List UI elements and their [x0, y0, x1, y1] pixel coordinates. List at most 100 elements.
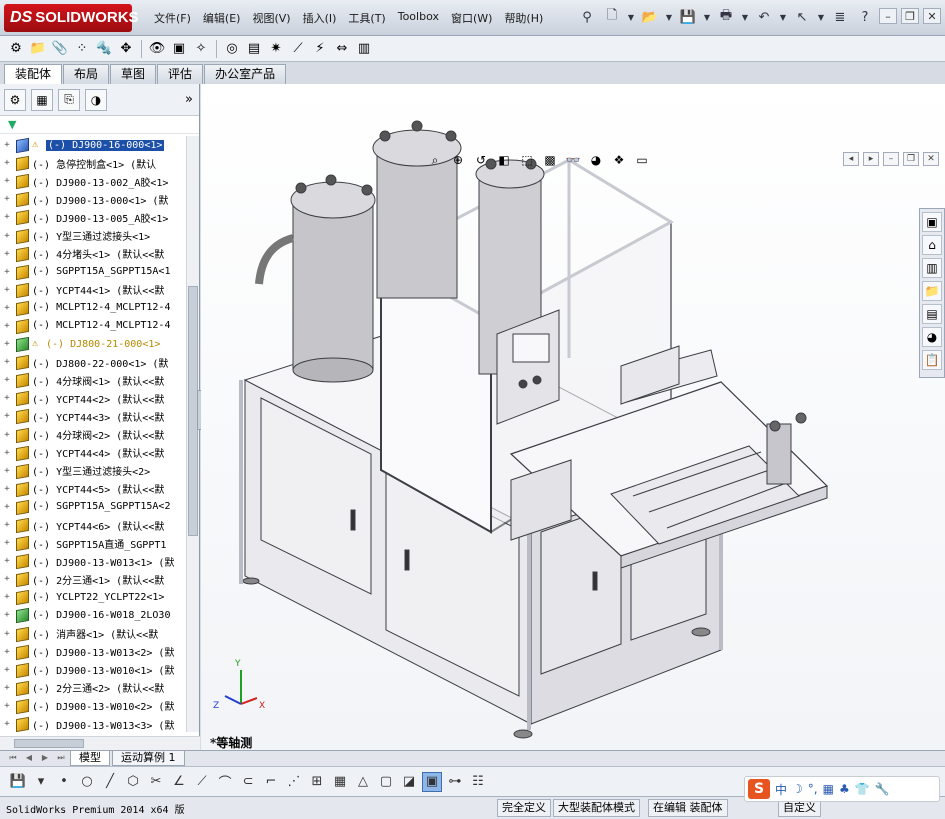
filter-icon[interactable]: ▼ [8, 118, 16, 131]
fillet-icon[interactable]: ⌒ [215, 772, 235, 792]
print-dropdown-icon[interactable]: ▼ [740, 6, 750, 28]
corner-rectangle-icon[interactable]: ⌐ [261, 772, 281, 792]
restore-icon[interactable]: ❐ [901, 8, 919, 24]
expand-panel-icon[interactable]: » [185, 92, 193, 107]
ime-keyboard-icon[interactable]: ▦ [823, 782, 834, 796]
tree-item[interactable]: + ⚠ (-) DJ800-21-000<1> [0, 335, 186, 353]
expand-toggle-icon[interactable]: + [0, 158, 14, 168]
display-style-icon[interactable]: ▩ [540, 150, 560, 170]
graphics-area[interactable]: Y X Z ⌕ ⊕ ↺ ◧ ⬚ ▩ 👓 ◕ ❖ ▭ ◂ ▸ – ❐ ✕ ▣ ⌂ [201, 84, 945, 750]
3d-box-icon[interactable]: ▢ [376, 772, 396, 792]
view-palette-icon[interactable]: ▤ [922, 304, 942, 324]
tree-item[interactable]: + (-) YCLPT22_YCLPT22<1> [0, 588, 186, 606]
new-document-icon[interactable]: 🗋 [601, 6, 623, 28]
expand-toggle-icon[interactable]: + [0, 683, 14, 693]
save-dropdown-icon[interactable]: ▾ [31, 772, 51, 792]
tree-item[interactable]: + (-) YCPT44<1> (默认<<默 [0, 281, 186, 299]
configuration-manager-tab-icon[interactable]: ⎘ [58, 88, 80, 111]
tab-layout[interactable]: 布局 [63, 64, 110, 84]
view-orientation-icon[interactable]: ⬚ [517, 150, 537, 170]
menu-help[interactable]: 帮助(H) [498, 8, 549, 28]
grid-icon[interactable]: ▦ [330, 772, 350, 792]
view-settings-icon[interactable]: ▭ [632, 150, 652, 170]
tab-model[interactable]: 模型 [70, 751, 110, 766]
trim-icon[interactable]: ✂ [146, 772, 166, 792]
tree-item[interactable]: + (-) 4分球阀<1> (默认<<默 [0, 371, 186, 389]
shaded-display-icon[interactable]: ◪ [399, 772, 419, 792]
tree-item[interactable]: + (-) DJ900-13-W013<3> (默 [0, 715, 186, 732]
minimize-icon[interactable]: – [879, 8, 897, 24]
table-icon[interactable]: ☷ [468, 772, 488, 792]
expand-toggle-icon[interactable]: + [0, 520, 14, 530]
pin-icon[interactable]: ⚲ [576, 6, 598, 28]
dimension-icon[interactable]: ⊞ [307, 772, 327, 792]
zoom-to-area-icon[interactable]: ⊕ [448, 150, 468, 170]
save-icon[interactable]: 💾 [8, 772, 28, 792]
design-library-icon[interactable]: ▥ [922, 258, 942, 278]
smart-fastener-icon[interactable]: 🔩 [94, 39, 114, 59]
tree-item[interactable]: + ⚠ (-) DJ900-16-000<1> [0, 136, 186, 154]
line-icon[interactable]: ╱ [100, 772, 120, 792]
tree-item[interactable]: + (-) DJ800-22-000<1> (默 [0, 353, 186, 371]
menu-tools[interactable]: 工具(T) [342, 8, 391, 28]
save-icon[interactable]: 💾 [677, 6, 699, 28]
expand-toggle-icon[interactable]: + [0, 665, 14, 675]
hide-show-items-icon[interactable]: 👓 [563, 150, 583, 170]
interference-detection-icon[interactable]: ⚡ [310, 39, 330, 59]
circle-icon[interactable]: ○ [77, 772, 97, 792]
tree-item[interactable]: + (-) 4分堵头<1> (默认<<默 [0, 245, 186, 263]
expand-toggle-icon[interactable]: + [0, 393, 14, 403]
assembly-features-icon[interactable]: ▣ [169, 39, 189, 59]
tree-item[interactable]: + (-) SGPPT15A_SGPPT15A<2 [0, 498, 186, 516]
menu-view[interactable]: 视图(V) [246, 8, 296, 28]
tree-item[interactable]: + (-) YCPT44<3> (默认<<默 [0, 407, 186, 425]
expand-toggle-icon[interactable]: + [0, 140, 14, 150]
next-tab-icon[interactable]: ▶ [38, 753, 52, 765]
expand-toggle-icon[interactable]: + [0, 194, 14, 204]
last-tab-icon[interactable]: ⏭ [54, 753, 68, 765]
reference-geometry-icon[interactable]: ✧ [191, 39, 211, 59]
expand-toggle-icon[interactable]: + [0, 285, 14, 295]
expand-toggle-icon[interactable]: + [0, 574, 14, 584]
insert-component-icon[interactable]: ⚙ [6, 39, 26, 59]
expand-toggle-icon[interactable]: + [0, 629, 14, 639]
tree-vertical-scrollbar[interactable] [186, 136, 199, 732]
slot-icon[interactable]: ⊂ [238, 772, 258, 792]
tree-item[interactable]: + (-) 2分三通<1> (默认<<默 [0, 570, 186, 588]
expand-toggle-icon[interactable]: + [0, 701, 14, 711]
expand-toggle-icon[interactable]: + [0, 321, 14, 331]
expand-toggle-icon[interactable]: + [0, 176, 14, 186]
tree-item[interactable]: + (-) 急停控制盒<1> (默认 [0, 154, 186, 172]
menu-toolbox[interactable]: Toolbox [392, 8, 445, 28]
expand-toggle-icon[interactable]: + [0, 249, 14, 259]
tree-item[interactable]: + (-) Y型三通过滤接头<2> [0, 462, 186, 480]
panel-next-icon[interactable]: ▸ [863, 152, 879, 166]
tab-motion-study[interactable]: 运动算例 1 [112, 751, 185, 766]
tree-item[interactable]: + (-) MCLPT12-4_MCLPT12-4 [0, 299, 186, 317]
ime-skin-icon[interactable]: ♣ [839, 782, 850, 796]
tree-item[interactable]: + (-) 4分球阀<2> (默认<<默 [0, 426, 186, 444]
solidworks-resources-icon[interactable]: ▣ [922, 212, 942, 232]
expand-toggle-icon[interactable]: + [0, 303, 14, 313]
ime-chinese-mode[interactable]: 中 [775, 781, 787, 798]
tree-item[interactable]: + (-) DJ900-13-W010<2> (默 [0, 697, 186, 715]
angle-icon[interactable]: ∠ [169, 772, 189, 792]
help-icon[interactable]: ? [854, 6, 876, 28]
tree-item[interactable]: + (-) DJ900-13-002_A胶<1> [0, 172, 186, 190]
exploded-view-icon[interactable]: ✷ [266, 39, 286, 59]
tree-item[interactable]: + (-) Y型三通过滤接头<1> [0, 226, 186, 244]
prev-tab-icon[interactable]: ◀ [22, 753, 36, 765]
menu-window[interactable]: 窗口(W) [445, 8, 498, 28]
expand-toggle-icon[interactable]: + [0, 592, 14, 602]
move-component-icon[interactable]: ✥ [116, 39, 136, 59]
viewport-minimize-icon[interactable]: – [883, 152, 899, 166]
polygon-icon[interactable]: ⬡ [123, 772, 143, 792]
first-tab-icon[interactable]: ⏮ [6, 753, 20, 765]
undo-icon[interactable]: ↶ [753, 6, 775, 28]
shaded-with-edges-icon[interactable]: ▣ [422, 771, 442, 792]
triangle-icon[interactable]: △ [353, 772, 373, 792]
undo-dropdown-icon[interactable]: ▼ [778, 6, 788, 28]
tree-item[interactable]: + (-) YCPT44<4> (默认<<默 [0, 444, 186, 462]
instant3d-icon[interactable]: ▥ [354, 39, 374, 59]
expand-toggle-icon[interactable]: + [0, 430, 14, 440]
